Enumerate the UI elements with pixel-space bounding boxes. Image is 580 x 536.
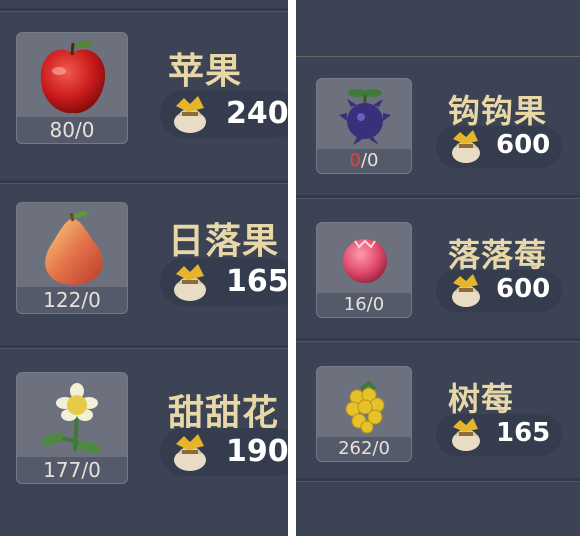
coin-bag-icon	[452, 418, 480, 451]
item-tile[interactable]: 262/0	[316, 366, 412, 462]
apple-icon	[40, 41, 106, 114]
item-name: 苹果	[168, 51, 243, 92]
left-item-panel: 80/0 苹果 240 122/0 日落果 165 177/0 甜甜花 190	[0, 0, 288, 536]
count-zero-warning: 0	[349, 150, 361, 171]
row-separator	[296, 195, 580, 199]
wolfhook-icon	[339, 89, 391, 145]
item-tile[interactable]: 80/0	[16, 32, 128, 144]
item-price: 165	[226, 264, 288, 299]
item-price: 190	[226, 434, 288, 469]
coin-bag-icon	[174, 264, 206, 301]
item-count: 177/0	[17, 457, 127, 483]
item-tile[interactable]: 16/0	[316, 222, 412, 318]
item-price: 165	[496, 418, 551, 448]
coin-bag-icon	[174, 96, 206, 133]
sunsettia-icon	[45, 211, 103, 285]
right-item-panel: 0/0 钩钩果 600 16/0 落落莓 600 262/0 树莓 165	[296, 0, 580, 536]
row-separator	[0, 345, 288, 349]
row-separator	[0, 180, 288, 184]
item-count: 80/0	[17, 117, 127, 143]
item-count: 0/0	[317, 149, 411, 173]
item-tile[interactable]: 122/0	[16, 202, 128, 314]
item-price: 600	[496, 274, 551, 304]
row-separator	[0, 8, 288, 12]
item-tile[interactable]: 177/0	[16, 372, 128, 484]
row-separator	[296, 56, 580, 57]
item-count: 16/0	[317, 293, 411, 317]
valberry-icon	[343, 239, 387, 283]
item-price: 600	[496, 130, 551, 160]
item-tile[interactable]: 0/0	[316, 78, 412, 174]
item-count: 262/0	[317, 437, 411, 461]
coin-bag-icon	[174, 434, 206, 471]
item-count: 122/0	[17, 287, 127, 313]
row-separator	[296, 338, 580, 342]
item-name: 日落果	[168, 221, 280, 262]
item-price: 240	[226, 96, 288, 131]
row-separator	[296, 478, 580, 482]
coin-bag-icon	[452, 130, 480, 163]
raspberry-icon	[345, 380, 385, 434]
column-divider	[288, 0, 296, 536]
sweet-flower-icon	[41, 383, 101, 453]
coin-bag-icon	[452, 274, 480, 307]
